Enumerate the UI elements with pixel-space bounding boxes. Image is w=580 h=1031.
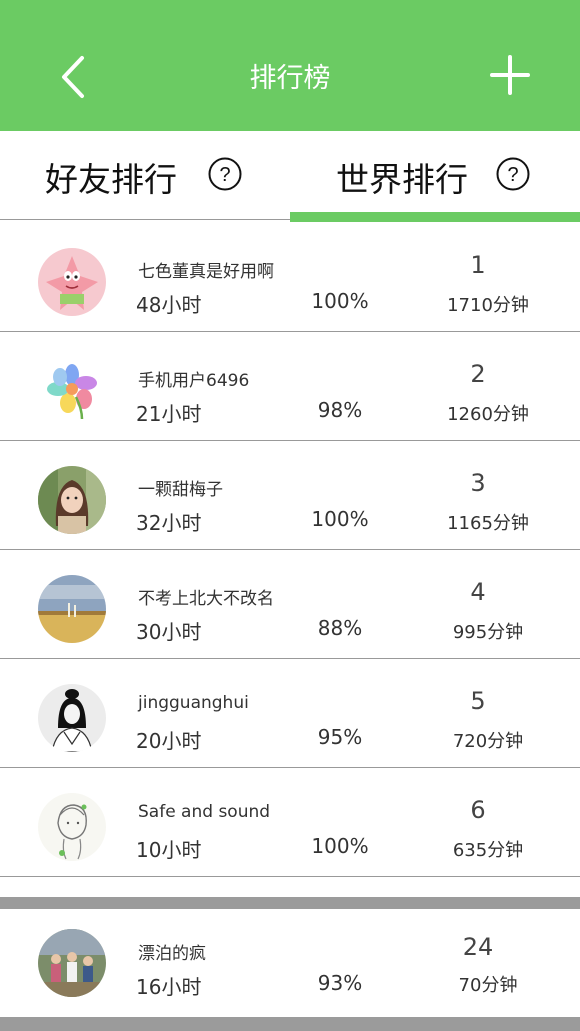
sketch-girl-avatar[interactable] [38,793,106,861]
bottom-divider [0,1017,580,1031]
rank-number: 4 [470,578,486,606]
study-hours: 48小时 [136,293,202,317]
plus-icon[interactable] [490,55,530,95]
completion-percent: 88% [317,616,363,640]
user-name: 手机用户6496 [138,371,250,391]
study-minutes: 635分钟 [452,840,524,861]
user-name: 漂泊的疯 [138,944,206,964]
user-name: 不考上北大不改名 [138,589,274,609]
user-name: 一颗甜梅子 [138,480,223,500]
question-circle-icon[interactable]: ? [496,157,530,191]
svg-text:?: ? [219,164,230,186]
group-photo-avatar[interactable] [38,929,106,997]
tab-friends-label: 好友排行 [45,160,177,199]
completion-percent: 100% [311,507,369,531]
question-circle-icon[interactable]: ? [208,157,242,191]
study-minutes: 1710分钟 [447,295,529,316]
ink-figure-avatar[interactable] [38,684,106,752]
rank-number: 3 [470,469,486,497]
completion-percent: 100% [311,834,369,858]
user-name: Safe and sound [138,802,271,822]
rank-number: 5 [470,687,486,715]
tab-world-ranking[interactable]: 世界排行 ? [290,131,580,223]
study-minutes: 1165分钟 [447,513,529,534]
tab-bar: 好友排行 ? 世界排行 ? [0,131,580,223]
study-minutes: 720分钟 [452,731,524,752]
rank-number: 2 [470,360,486,388]
user-name: 七色董真是好用啊 [138,262,274,282]
rank-number: 24 [462,933,494,961]
study-hours: 32小时 [136,511,202,535]
tab-world-label: 世界排行 [336,160,468,199]
ranking-row[interactable]: 七色董真是好用啊 48小时 100% 1 1710分钟 [0,223,580,332]
study-minutes: 70分钟 [458,975,518,996]
my-ranking-row[interactable]: 漂泊的疯 16小时 93% 24 70分钟 [0,909,580,1017]
tab-friends-ranking[interactable]: 好友排行 ? [0,131,290,223]
study-minutes: 1260分钟 [447,404,529,425]
ranking-row[interactable]: Safe and sound 10小时 100% 6 635分钟 [0,768,580,877]
section-divider [0,897,580,909]
study-hours: 20小时 [136,729,202,753]
girl-photo-avatar[interactable] [38,466,106,534]
study-hours: 10小时 [136,838,202,862]
patrick-star-avatar[interactable] [38,248,106,316]
ranking-row[interactable]: 一颗甜梅子 32小时 100% 3 1165分钟 [0,441,580,550]
svg-text:?: ? [507,164,518,186]
app-header: 排行榜 [0,0,580,131]
study-hours: 30小时 [136,620,202,644]
completion-percent: 98% [317,398,363,422]
active-tab-indicator [290,212,580,222]
ranking-row[interactable]: 不考上北大不改名 30小时 88% 4 995分钟 [0,550,580,659]
rank-number: 1 [470,251,486,279]
completion-percent: 95% [317,725,363,749]
completion-percent: 93% [317,971,363,995]
study-hours: 21小时 [136,402,202,426]
study-minutes: 995分钟 [452,622,524,643]
user-name: jingguanghui [138,693,249,713]
ranking-row[interactable]: jingguanghui 20小时 95% 5 720分钟 [0,659,580,768]
study-hours: 16小时 [136,975,202,999]
landscape-avatar[interactable] [38,575,106,643]
colorful-flower-avatar[interactable] [38,357,106,425]
ranking-row[interactable]: 手机用户6496 21小时 98% 2 1260分钟 [0,332,580,441]
tab-underline [0,219,290,220]
completion-percent: 100% [311,289,369,313]
rank-number: 6 [470,796,486,824]
